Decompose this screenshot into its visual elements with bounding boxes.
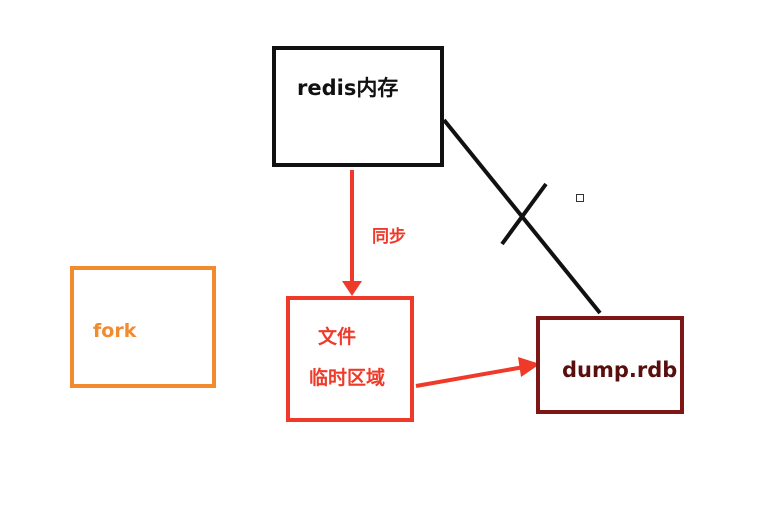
sync-arrow-head [342,281,362,296]
redis-memory-box [272,46,444,167]
sync-edge-label: 同步 [372,227,406,247]
selection-handle[interactable] [576,194,584,202]
temp-to-dump-arrow-line [415,365,525,388]
diagram-canvas: redis内存 fork 文件 临时区域 dump.rdb 同步 [0,0,769,520]
temp-file-label-line1: 文件 [318,326,357,348]
dump-rdb-label: dump.rdb [562,358,678,382]
redis-memory-label: redis内存 [297,76,399,100]
temp-file-label-line2: 临时区域 [309,367,386,389]
fork-label: fork [93,320,137,342]
fork-box [70,266,216,388]
temp-file-box [286,296,414,422]
